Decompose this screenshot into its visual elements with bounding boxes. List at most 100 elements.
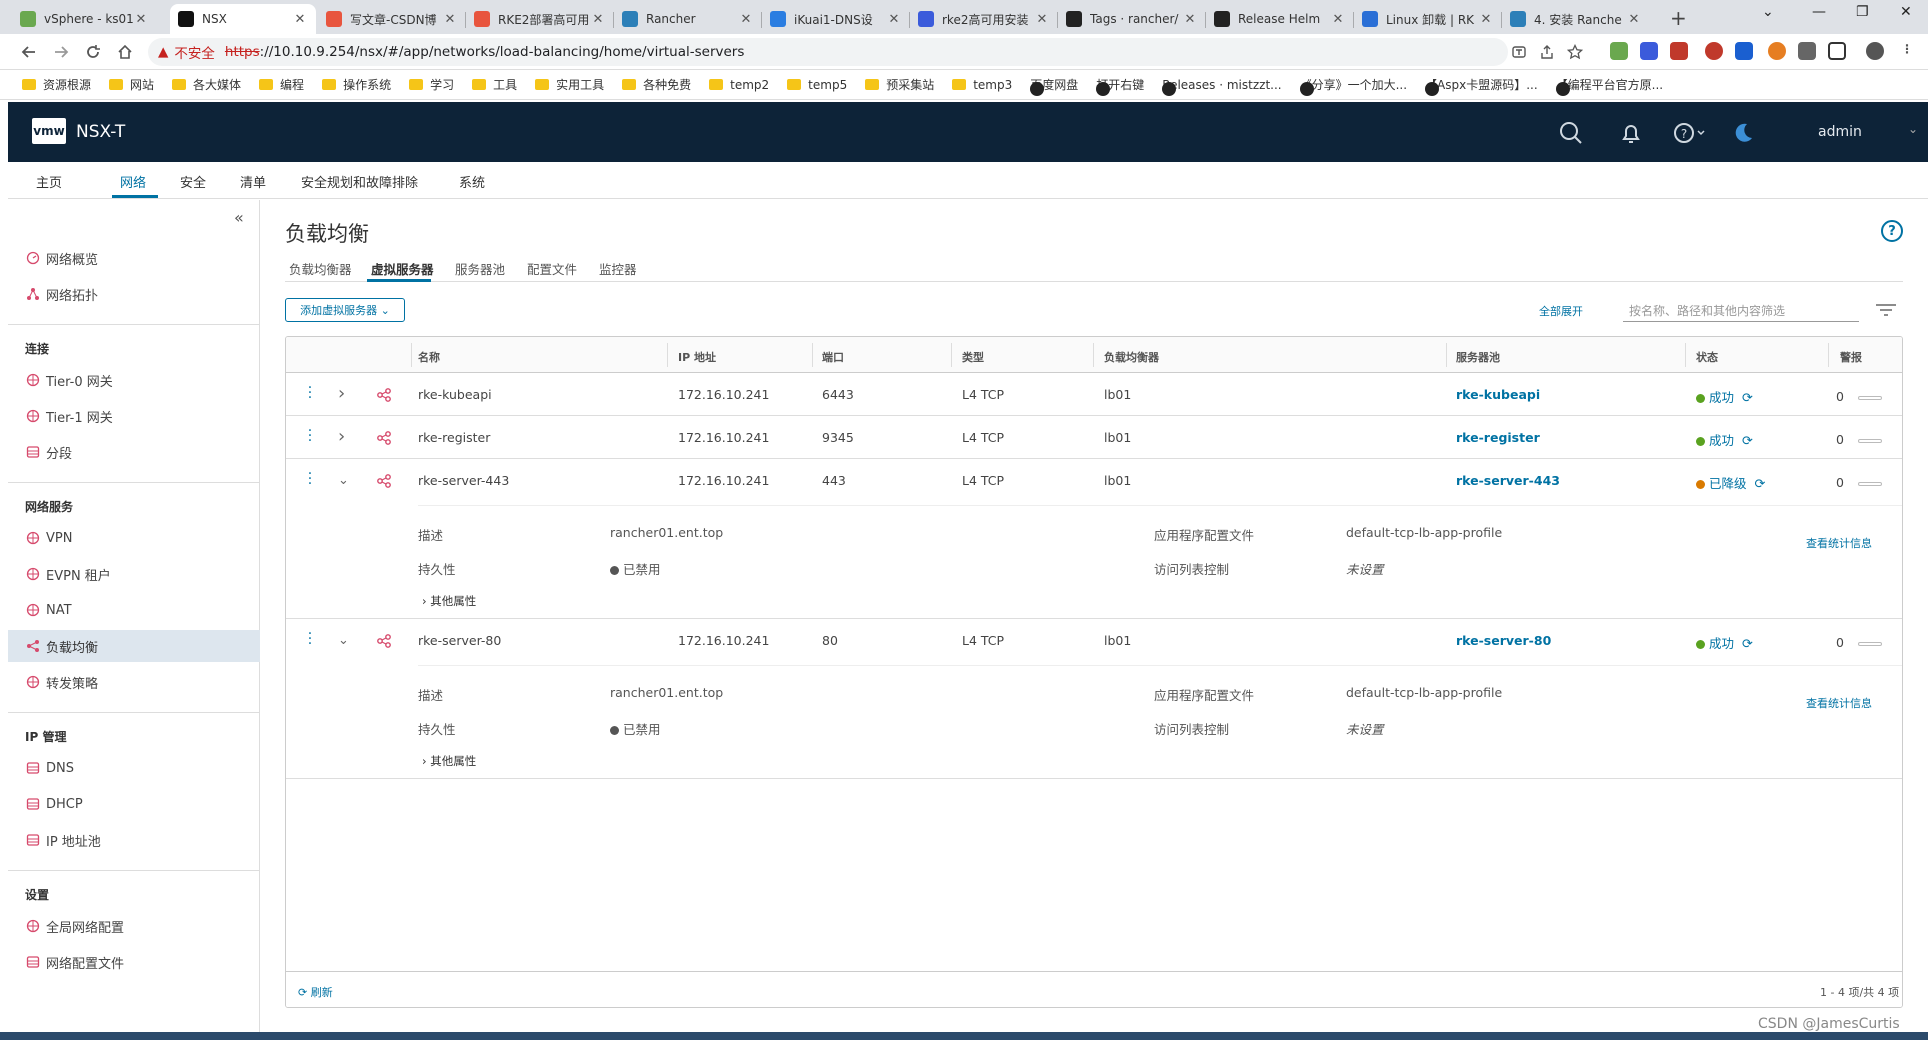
extension-icon[interactable] — [1610, 42, 1628, 60]
browser-tab[interactable]: RKE2部署高可用 ✕ — [466, 4, 614, 34]
server-pool-link[interactable]: rke-register — [1456, 430, 1540, 445]
row-actions-menu-icon[interactable]: · · · — [306, 627, 314, 651]
server-pool-link[interactable]: rke-kubeapi — [1456, 387, 1540, 402]
filter-input[interactable]: 按名称、路径和其他内容筛选 — [1623, 298, 1859, 322]
bookmark-item[interactable]: temp2 — [709, 78, 769, 92]
help-menu-icon[interactable]: ? — [1672, 120, 1708, 146]
browser-tab[interactable]: vSphere - ks01 ✕ — [12, 4, 157, 34]
refresh-status-icon[interactable]: ⟳ — [1742, 391, 1753, 406]
close-tab-icon[interactable]: ✕ — [1330, 12, 1346, 27]
collapse-row-icon[interactable]: ⌄ — [338, 633, 349, 648]
reload-icon[interactable] — [82, 41, 104, 63]
tab-search-icon[interactable]: ⌄ — [1762, 4, 1774, 20]
notifications-bell-icon[interactable] — [1618, 120, 1644, 146]
share-icon[interactable] — [1536, 41, 1558, 63]
browser-tab[interactable]: rke2高可用安装 ✕ — [910, 4, 1058, 34]
close-window-icon[interactable]: ✕ — [1900, 4, 1912, 20]
sidebar-item-segments[interactable]: 分段 — [8, 436, 260, 468]
sidebar-item-tier0-gateway[interactable]: Tier-0 网关 — [8, 364, 260, 396]
extension-icon[interactable] — [1705, 42, 1723, 60]
subtab[interactable]: 配置文件 — [527, 259, 577, 278]
bookmark-item[interactable]: 学习 — [409, 76, 454, 93]
sidebar-item-nat[interactable]: NAT — [8, 594, 260, 626]
close-tab-icon[interactable]: ✕ — [738, 12, 754, 27]
row-actions-menu-icon[interactable]: · · · — [306, 381, 314, 405]
close-tab-icon[interactable]: ✕ — [133, 12, 149, 27]
refresh-status-icon[interactable]: ⟳ — [1755, 477, 1766, 492]
bookmark-item[interactable]: 操作系统 — [322, 76, 391, 93]
sidebar-item-forwarding-policies[interactable]: 转发策略 — [8, 666, 260, 698]
close-tab-icon[interactable]: ✕ — [292, 12, 308, 27]
help-icon[interactable]: ? — [1881, 220, 1903, 242]
view-statistics-link[interactable]: 查看统计信息 — [1806, 695, 1872, 711]
browser-tab[interactable]: Linux 卸载 | RK ✕ — [1354, 4, 1502, 34]
bookmark-item[interactable]: 各大媒体 — [172, 76, 241, 93]
sidebar-item-global-networking-config[interactable]: 全局网络配置 — [8, 910, 260, 942]
bookmark-item[interactable]: 实用工具 — [535, 76, 604, 93]
collapse-sidebar-icon[interactable]: « — [234, 208, 244, 227]
bookmark-item[interactable]: 工具 — [472, 76, 517, 93]
nav-tab[interactable]: 安全规划和故障排除 — [301, 172, 418, 191]
close-tab-icon[interactable]: ✕ — [442, 12, 458, 27]
bookmark-item[interactable]: 【Aspx卡盟源码】... — [1425, 76, 1538, 96]
bookmark-item[interactable]: Releases · mistzzt... — [1162, 78, 1282, 96]
browser-tab[interactable]: Rancher ✕ — [614, 4, 762, 34]
home-icon[interactable] — [114, 41, 136, 63]
extension-icon[interactable] — [1640, 42, 1658, 60]
bookmark-item[interactable]: 打开右键 — [1096, 76, 1144, 96]
browser-tab[interactable]: Release Helm ✕ — [1206, 4, 1354, 34]
forward-icon[interactable] — [50, 41, 72, 63]
column-header[interactable]: IP 地址 — [678, 349, 716, 365]
browser-tab[interactable]: NSX ✕ — [170, 4, 316, 34]
close-tab-icon[interactable]: ✕ — [1034, 12, 1050, 27]
sidebar-item-load-balancing[interactable]: 负载均衡 — [8, 630, 260, 662]
collapse-row-icon[interactable]: ⌄ — [338, 473, 349, 488]
server-pool-link[interactable]: rke-server-80 — [1456, 633, 1551, 648]
status-label[interactable]: 成功 — [1709, 390, 1734, 405]
column-header[interactable]: 端口 — [822, 349, 844, 365]
new-tab-button[interactable]: + — [1670, 6, 1687, 30]
close-tab-icon[interactable]: ✕ — [590, 12, 606, 27]
sidebar-item-network-topology[interactable]: 网络拓扑 — [8, 278, 260, 310]
nav-tab[interactable]: 安全 — [180, 172, 206, 191]
subtab[interactable]: 负载均衡器 — [289, 259, 352, 278]
column-header[interactable]: 状态 — [1696, 349, 1718, 365]
subtab[interactable]: 虚拟服务器 — [371, 259, 434, 278]
bookmark-star-icon[interactable] — [1564, 41, 1586, 63]
subtab[interactable]: 服务器池 — [455, 259, 505, 278]
nav-tab[interactable]: 主页 — [36, 172, 62, 191]
view-statistics-link[interactable]: 查看统计信息 — [1806, 535, 1872, 551]
subtab[interactable]: 监控器 — [599, 259, 637, 278]
menu-icon[interactable]: ⋮ — [1898, 42, 1916, 60]
user-chevron-down-icon[interactable]: ⌄ — [1908, 122, 1918, 136]
user-menu[interactable]: admin — [1818, 124, 1862, 140]
row-actions-menu-icon[interactable]: · · · — [306, 424, 314, 448]
bookmark-item[interactable]: 各种免费 — [622, 76, 691, 93]
browser-tab[interactable]: 4. 安装 Ranche ✕ — [1502, 4, 1650, 34]
sidebar-item-dns[interactable]: DNS — [8, 752, 260, 784]
refresh-button[interactable]: ⟳ 刷新 — [298, 984, 333, 1000]
dark-mode-moon-icon[interactable] — [1730, 120, 1756, 146]
close-tab-icon[interactable]: ✕ — [1626, 12, 1642, 27]
back-icon[interactable] — [18, 41, 40, 63]
filter-icon[interactable] — [1875, 302, 1897, 318]
refresh-status-icon[interactable]: ⟳ — [1742, 434, 1753, 449]
bookmark-item[interactable]: 《分享》一个加大... — [1299, 76, 1407, 96]
bookmark-item[interactable]: 百度网盘 — [1030, 76, 1078, 96]
restore-icon[interactable]: ❐ — [1856, 4, 1869, 20]
browser-tab[interactable]: 写文章-CSDN博 ✕ — [318, 4, 466, 34]
bookmark-item[interactable]: 预采集站 — [865, 76, 934, 93]
sidebar-item-evpn-tenant[interactable]: EVPN 租户 — [8, 558, 260, 590]
search-icon[interactable] — [1558, 120, 1584, 146]
column-header[interactable]: 负载均衡器 — [1104, 349, 1159, 365]
column-header[interactable]: 警报 — [1840, 349, 1862, 365]
status-label[interactable]: 已降级 — [1709, 476, 1747, 491]
translate-icon[interactable] — [1508, 41, 1530, 63]
server-pool-link[interactable]: rke-server-443 — [1456, 473, 1560, 488]
row-actions-menu-icon[interactable]: · · · — [306, 467, 314, 491]
sidepanel-icon[interactable] — [1828, 42, 1846, 60]
refresh-status-icon[interactable]: ⟳ — [1742, 637, 1753, 652]
status-label[interactable]: 成功 — [1709, 433, 1734, 448]
nav-tab[interactable]: 网络 — [120, 172, 146, 191]
nav-tab[interactable]: 系统 — [459, 172, 485, 191]
